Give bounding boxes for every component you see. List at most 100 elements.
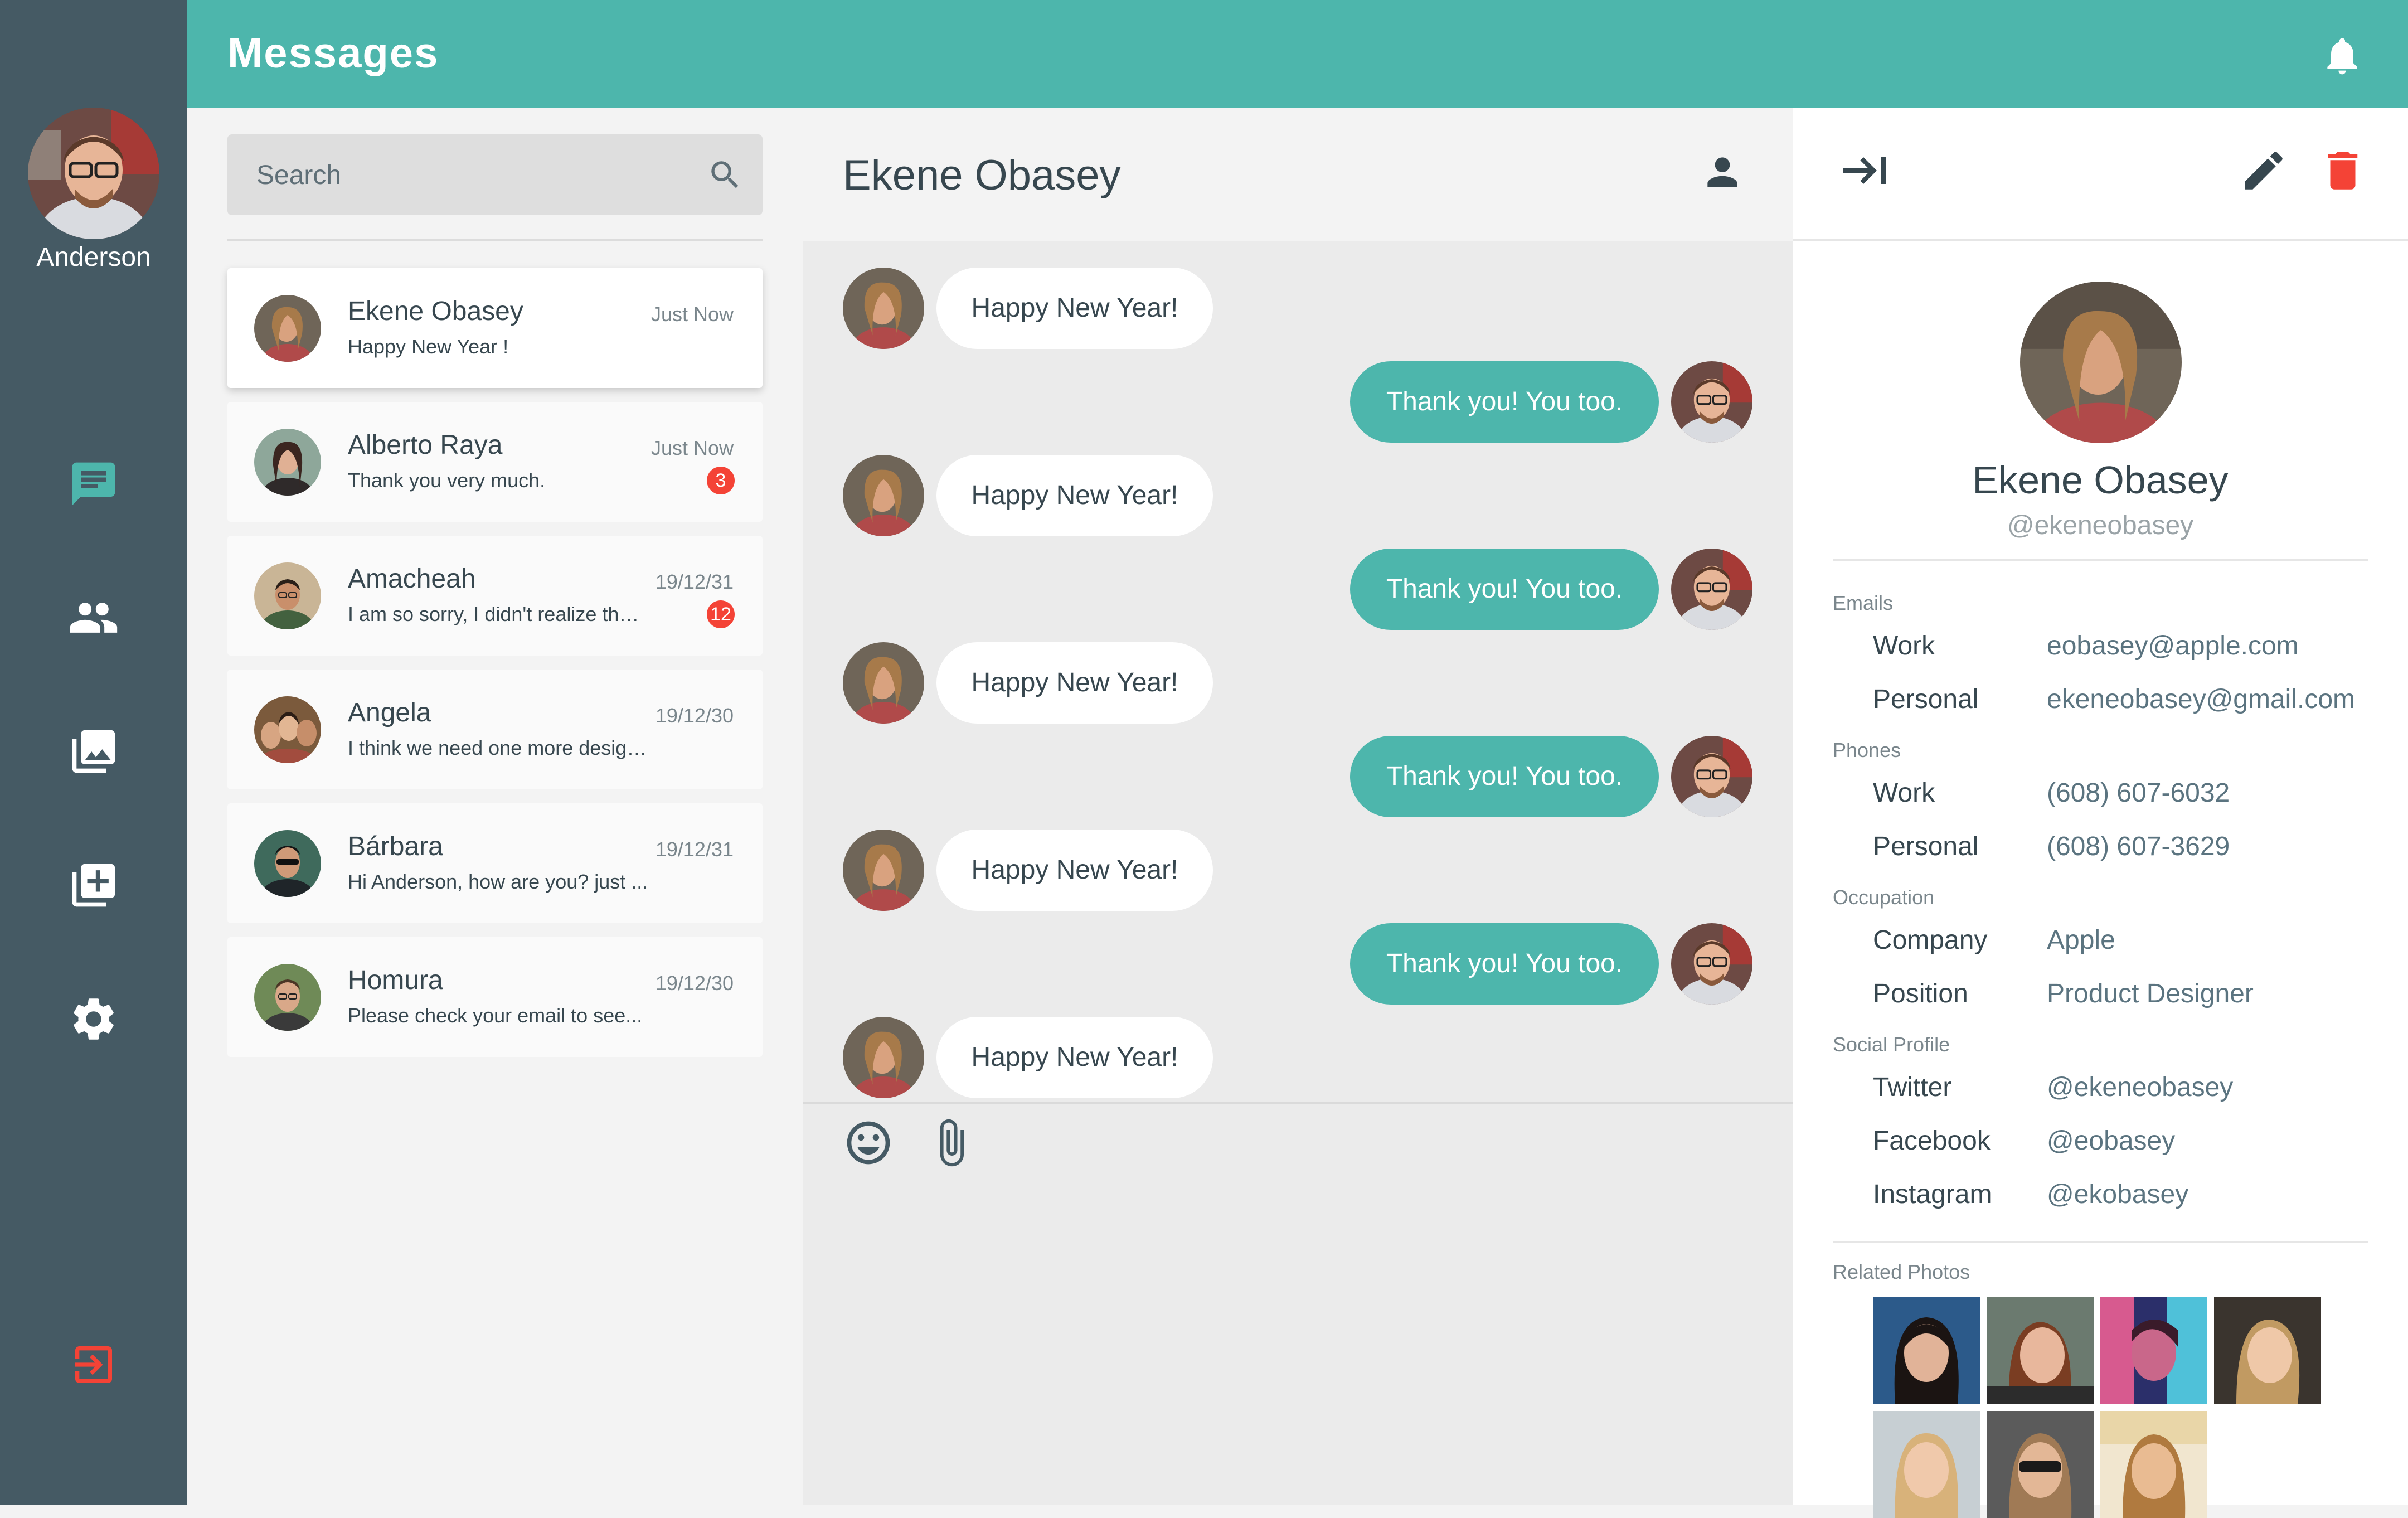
- people-icon: [70, 603, 118, 633]
- conversation-name: Angela: [348, 698, 431, 728]
- phone-personal-label: Personal: [1873, 832, 1979, 861]
- twitter-label: Twitter: [1873, 1073, 1952, 1102]
- logout-icon: [75, 1346, 112, 1383]
- phone-work-label: Work: [1873, 778, 1935, 808]
- conversation-name: Homura: [348, 966, 443, 995]
- related-photo[interactable]: [2214, 1297, 2321, 1404]
- nav-logout[interactable]: [66, 1337, 122, 1393]
- nav-contacts[interactable]: [66, 590, 122, 646]
- related-photo[interactable]: [1987, 1411, 2094, 1518]
- unread-badge: 3: [707, 467, 735, 494]
- avatar: [254, 964, 321, 1031]
- edit-button[interactable]: [2233, 140, 2294, 201]
- avatar: [254, 429, 321, 496]
- email-work-value[interactable]: eobasey@apple.com: [2047, 631, 2299, 661]
- phone-personal-value[interactable]: (608) 607-3629: [2047, 831, 2230, 862]
- sender-avatar: [843, 1017, 924, 1098]
- message-bubble-incoming: Happy New Year!: [936, 268, 1213, 349]
- attach-button[interactable]: [923, 1115, 979, 1171]
- section-emails: Emails: [1833, 591, 1894, 614]
- chat-messages: Happy New Year! Thank you! You too. Happ…: [803, 241, 1793, 1505]
- my-avatar: [1671, 549, 1752, 630]
- arrow-to-right-icon: [1843, 157, 1886, 184]
- search-input[interactable]: [255, 134, 670, 216]
- conversation-time: Just Now: [650, 437, 734, 459]
- email-personal-value[interactable]: ekeneobasey@gmail.com: [2047, 684, 2355, 715]
- position-label: Position: [1873, 979, 1968, 1008]
- profile-divider: [1833, 559, 2368, 561]
- nav-messages[interactable]: [66, 456, 122, 512]
- conversation-list: Ekene Obasey Just Now Happy New Year ! A…: [187, 108, 803, 1505]
- contact-details-panel: Ekene Obasey @ekeneobasey Emails Work eo…: [1793, 108, 2408, 1518]
- contact-info-button[interactable]: [1695, 144, 1750, 200]
- conversation-snippet: Happy New Year !: [348, 335, 509, 358]
- sender-avatar: [843, 455, 924, 536]
- sender-avatar: [843, 642, 924, 724]
- my-avatar: [1671, 923, 1752, 1005]
- avatar: [254, 562, 321, 629]
- avatar: [254, 830, 321, 897]
- nav-settings[interactable]: [66, 991, 122, 1047]
- message-bubble-outgoing: Thank you! You too.: [1350, 361, 1659, 443]
- conversation-snippet: I am so sorry, I didn't realize that...: [348, 603, 649, 625]
- section-occupation: Occupation: [1833, 886, 1935, 909]
- conversation-name: Amacheah: [348, 564, 476, 594]
- conversation-item-ekene[interactable]: Ekene Obasey Just Now Happy New Year !: [227, 268, 763, 388]
- nav-rail: Anderson: [0, 0, 187, 1505]
- user-name: Anderson: [36, 243, 151, 272]
- facebook-value[interactable]: @eobasey: [2047, 1126, 2175, 1156]
- related-photo[interactable]: [2100, 1297, 2207, 1404]
- person-icon: [1707, 157, 1737, 187]
- paperclip-icon: [940, 1119, 964, 1167]
- conversation-name: Alberto Raya: [348, 430, 503, 460]
- gear-icon: [74, 998, 114, 1040]
- delete-button[interactable]: [2312, 140, 2373, 201]
- photo-library-icon: [72, 730, 115, 773]
- conversation-item-homura[interactable]: Homura 19/12/30 Please check your email …: [227, 937, 763, 1057]
- social-divider: [1833, 1241, 2368, 1243]
- facebook-label: Facebook: [1873, 1126, 1991, 1156]
- search-button[interactable]: [701, 151, 749, 198]
- conversation-item-amacheah[interactable]: Amacheah 19/12/31 I am so sorry, I didn'…: [227, 536, 763, 656]
- search-box: [227, 134, 763, 216]
- company-value: Apple: [2047, 925, 2115, 955]
- conversation-snippet: Hi Anderson, how are you? just ...: [348, 870, 648, 893]
- conversation-item-alberto[interactable]: Alberto Raya Just Now Thank you very muc…: [227, 402, 763, 522]
- bell-icon: [2327, 38, 2357, 75]
- app-title: Messages: [227, 30, 439, 77]
- list-divider: [227, 239, 763, 241]
- related-photo[interactable]: [1873, 1297, 1980, 1404]
- library-add-icon: [72, 864, 115, 907]
- conversation-name: Bárbara: [348, 832, 443, 861]
- conversation-name: Ekene Obasey: [348, 297, 523, 326]
- unread-badge: 12: [707, 600, 735, 628]
- email-personal-label: Personal: [1873, 685, 1979, 714]
- related-photo[interactable]: [2100, 1411, 2207, 1518]
- conversation-item-barbara[interactable]: Bárbara 19/12/31 Hi Anderson, how are yo…: [227, 803, 763, 923]
- profile-avatar: [2020, 282, 2182, 443]
- message-bubble-incoming: Happy New Year!: [936, 642, 1213, 724]
- nav-photos[interactable]: [66, 724, 122, 779]
- twitter-value[interactable]: @ekeneobasey: [2047, 1072, 2233, 1103]
- chat-header: Ekene Obasey: [803, 108, 1793, 241]
- collapse-panel-button[interactable]: [1833, 140, 1894, 201]
- panel-header-divider: [1793, 239, 2408, 241]
- related-photo[interactable]: [1987, 1297, 2094, 1404]
- chat-icon: [72, 462, 115, 506]
- sender-avatar: [843, 268, 924, 349]
- sender-avatar: [843, 830, 924, 911]
- emoji-icon: [847, 1121, 890, 1165]
- related-photo[interactable]: [1873, 1411, 1980, 1518]
- section-phones: Phones: [1833, 739, 1901, 762]
- notifications-button[interactable]: [2314, 28, 2370, 84]
- user-avatar[interactable]: [28, 108, 159, 239]
- phone-work-value[interactable]: (608) 607-6032: [2047, 778, 2230, 808]
- conversation-item-angela[interactable]: Angela 19/12/30 I think we need one more…: [227, 670, 763, 789]
- emoji-button[interactable]: [841, 1115, 896, 1171]
- instagram-value[interactable]: @ekobasey: [2047, 1179, 2188, 1210]
- message-bubble-incoming: Happy New Year!: [936, 1017, 1213, 1098]
- nav-add[interactable]: [66, 857, 122, 913]
- composer-divider: [803, 1102, 1793, 1104]
- avatar: [254, 295, 321, 362]
- conversation-snippet: Please check your email to see...: [348, 1004, 643, 1027]
